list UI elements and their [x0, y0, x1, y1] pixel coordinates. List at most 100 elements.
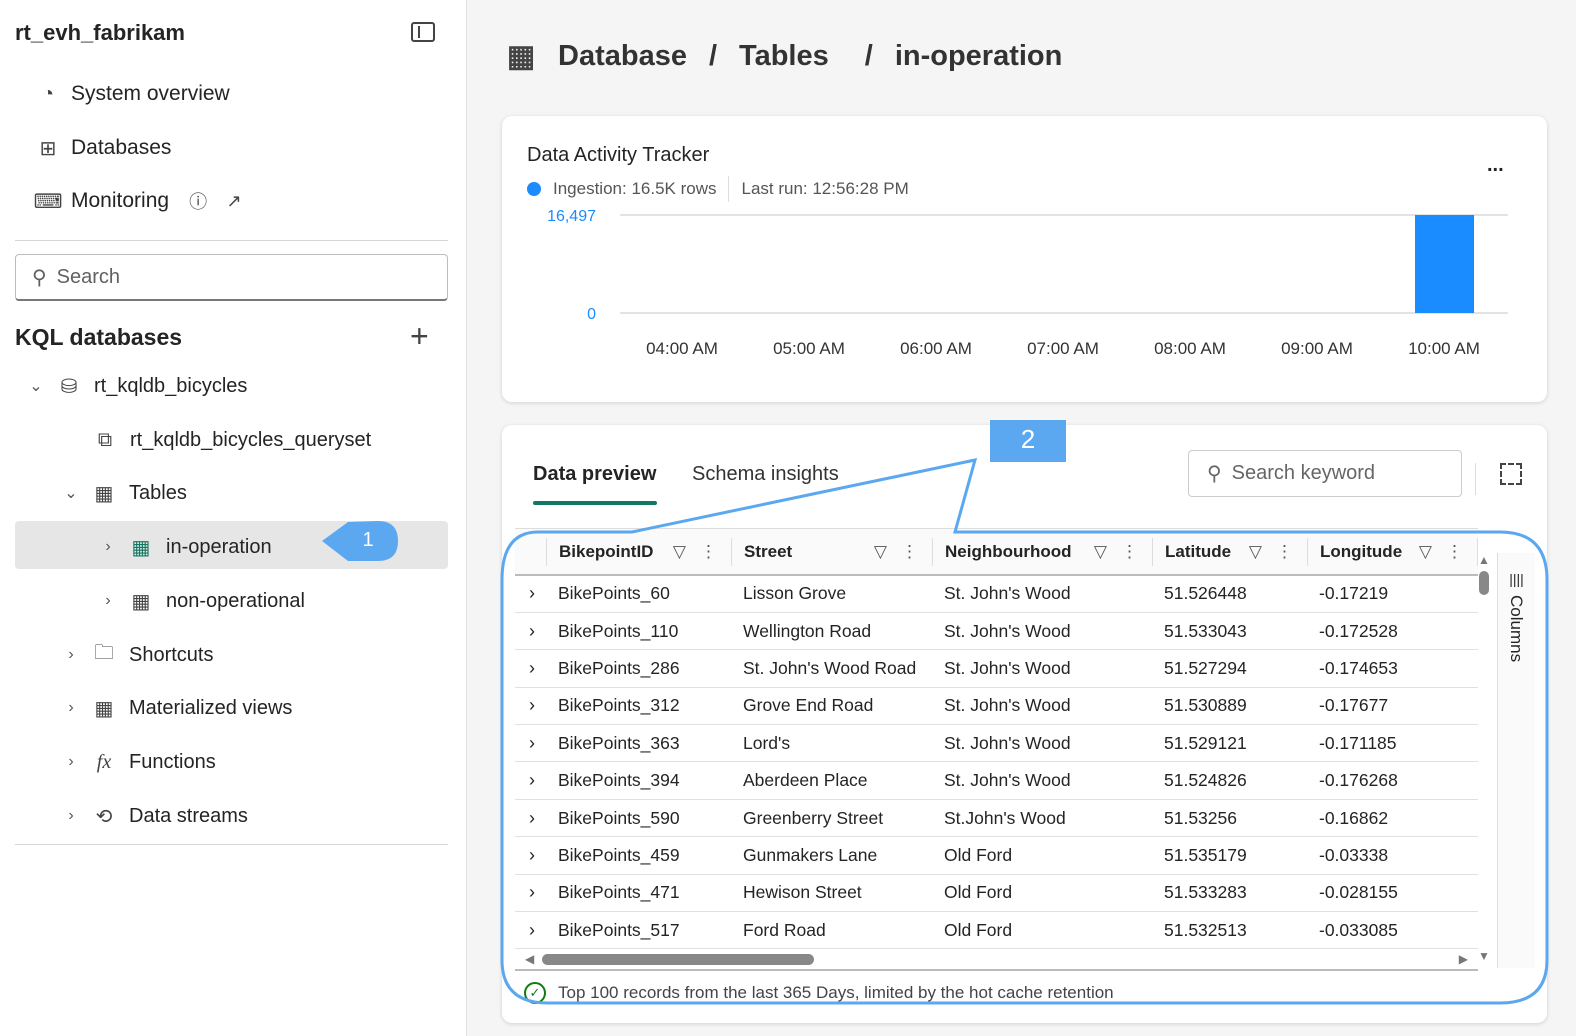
table-row[interactable]: › BikePoints_60 Lisson Grove St. John's Woo… — [515, 575, 1478, 613]
tree-table-in-operation[interactable]: › ▦ in-operation — [100, 534, 271, 560]
filter-icon[interactable]: ▽ — [673, 542, 686, 562]
table-cell: -0.033085 — [1307, 911, 1477, 950]
columns-label: Columns — [1507, 595, 1526, 663]
crumb-tables[interactable]: Tables — [739, 40, 829, 73]
table-row[interactable]: › BikePoints_363 Lord's St. John's Wood 51.5… — [515, 724, 1478, 763]
chevron-down-icon[interactable]: ⌄ — [63, 483, 79, 503]
table-cell: Gunmakers Lane — [731, 836, 932, 875]
tree-database[interactable]: ⌄ ⛁ rt_kqldb_bicycles — [28, 373, 247, 399]
search-placeholder: Search — [56, 265, 121, 288]
expand-row-icon[interactable]: › — [515, 845, 535, 865]
table-row[interactable]: › BikePoints_394 Aberdeen Place St. John's … — [515, 761, 1478, 800]
tree-data-streams[interactable]: › ⟲ Data streams — [63, 803, 248, 829]
chevron-right-icon[interactable]: › — [100, 592, 116, 610]
table-row[interactable]: › BikePoints_471 Hewison Street Old Ford 51.… — [515, 874, 1478, 913]
tree-label: rt_kqldb_bicycles_queryset — [130, 428, 372, 451]
expand-row-icon[interactable]: › — [515, 770, 535, 790]
fullscreen-icon[interactable] — [1500, 463, 1522, 485]
column-header[interactable]: Street ▽ ⋮ — [731, 529, 932, 576]
chevron-right-icon[interactable]: › — [63, 807, 79, 825]
nav-databases[interactable]: ⊞ Databases — [35, 135, 172, 161]
expand-row-icon[interactable]: › — [515, 658, 535, 678]
tab-schema-insights[interactable]: Schema insights — [692, 463, 839, 486]
expand-column-header — [515, 529, 546, 576]
expand-row-icon[interactable]: › — [515, 695, 535, 715]
filter-icon[interactable]: ▽ — [1249, 542, 1262, 562]
column-header[interactable]: BikepointID ▽ ⋮ — [546, 529, 731, 576]
nav-monitoring[interactable]: ⌨ Monitoring ⓘ ↗ — [34, 188, 247, 214]
materialized-view-icon: ▦ — [94, 697, 114, 720]
table-cell: -0.17677 — [1307, 687, 1477, 726]
table-row[interactable]: › BikePoints_312 Grove End Road St. John's … — [515, 687, 1478, 726]
column-header[interactable]: Latitude ▽ ⋮ — [1152, 529, 1307, 576]
chevron-right-icon[interactable]: › — [63, 646, 79, 664]
search-keyword-input[interactable]: ⚲ Search keyword — [1188, 450, 1462, 497]
add-database-icon[interactable]: + — [410, 318, 429, 355]
column-menu-icon[interactable]: ⋮ — [1121, 542, 1138, 562]
chevron-right-icon[interactable]: › — [63, 699, 79, 717]
table-row[interactable]: › BikePoints_459 Gunmakers Lane Old Ford 51.… — [515, 836, 1478, 875]
tree-tables[interactable]: ⌄ ▦ Tables — [63, 480, 187, 506]
expand-row-icon[interactable]: › — [515, 733, 535, 753]
table-cell: Hewison Street — [731, 874, 932, 913]
expand-row-icon[interactable]: › — [515, 621, 535, 641]
table-cell: BikePoints_363 — [546, 724, 731, 763]
expand-row-icon[interactable]: › — [515, 920, 535, 940]
column-menu-icon[interactable]: ⋮ — [1276, 542, 1293, 562]
columns-panel-toggle[interactable]: |||| Columns — [1497, 553, 1535, 968]
collapse-sidebar-icon[interactable] — [411, 22, 435, 42]
open-external-icon[interactable]: ↗ — [221, 188, 247, 214]
table-cell: BikePoints_110 — [546, 612, 731, 651]
column-header[interactable]: Longitude ▽ ⋮ — [1307, 529, 1477, 576]
column-menu-icon[interactable]: ⋮ — [901, 542, 918, 562]
nav-label: System overview — [71, 82, 230, 105]
table-cell: St. John's Wood — [932, 575, 1152, 613]
tree-label: rt_kqldb_bicycles — [94, 374, 248, 397]
horizontal-scrollbar[interactable]: ◀ ▶ — [515, 949, 1478, 971]
expand-row-icon[interactable]: › — [515, 583, 535, 603]
tree-table-non-operational[interactable]: › ▦ non-operational — [100, 588, 305, 614]
table-cell: St. John's Wood — [932, 687, 1152, 726]
nav-label: Monitoring — [71, 189, 170, 212]
sidebar: rt_evh_fabrikam ◔ System overview ⊞ Data… — [0, 0, 467, 1036]
table-row[interactable]: › BikePoints_286 St. John's Wood Road St. J… — [515, 649, 1478, 688]
column-menu-icon[interactable]: ⋮ — [700, 542, 717, 562]
expand-row-icon[interactable]: › — [515, 882, 535, 902]
nav-system-overview[interactable]: ◔ System overview — [35, 81, 230, 107]
workspace-title: rt_evh_fabrikam — [15, 20, 185, 45]
chevron-down-icon[interactable]: ⌄ — [28, 376, 44, 396]
filter-icon[interactable]: ▽ — [874, 542, 887, 562]
table-cell: 51.532513 — [1152, 911, 1307, 950]
chevron-right-icon[interactable]: › — [63, 753, 79, 771]
info-icon[interactable]: ⓘ — [185, 188, 211, 214]
tree-functions[interactable]: › fx Functions — [63, 749, 215, 775]
column-header-label: BikepointID — [559, 541, 654, 561]
filter-icon[interactable]: ▽ — [1419, 542, 1432, 562]
column-menu-icon[interactable]: ⋮ — [1446, 542, 1463, 562]
tree-shortcuts[interactable]: › 🗀 Shortcuts — [63, 642, 213, 668]
crumb-database[interactable]: Database — [558, 40, 687, 73]
bar[interactable] — [1415, 215, 1474, 313]
table-cell: Greenberry Street — [731, 799, 932, 838]
table-cell: -0.171185 — [1307, 724, 1477, 763]
expand-row-icon[interactable]: › — [515, 808, 535, 828]
tree-queryset[interactable]: ⧉ rt_kqldb_bicycles_queryset — [92, 427, 371, 453]
section-title: KQL databases — [15, 324, 183, 350]
grid-icon: ⊞ — [39, 137, 57, 160]
table-cell: 51.524826 — [1152, 761, 1307, 800]
tab-data-preview[interactable]: Data preview — [533, 463, 656, 486]
table-row[interactable]: › BikePoints_590 Greenberry Street St.John'… — [515, 799, 1478, 838]
table-row[interactable]: › BikePoints_110 Wellington Road St. John's… — [515, 612, 1478, 651]
chevron-right-icon[interactable]: › — [100, 538, 116, 556]
table-row[interactable]: › BikePoints_517 Ford Road Old Ford 51.53251… — [515, 911, 1478, 950]
callout-2-label: 2 — [1020, 424, 1036, 454]
gauge-icon: ◔ — [41, 82, 55, 105]
tree-materialized-views[interactable]: › ▦ Materialized views — [63, 695, 292, 721]
data-grid: BikepointID ▽ ⋮ Street ▽ ⋮ Neighbourhood ▽ ⋮ Lati… — [515, 528, 1478, 968]
filter-icon[interactable]: ▽ — [1094, 542, 1107, 562]
vertical-scrollbar[interactable]: ▲ ▼ — [1478, 553, 1490, 963]
sidebar-search-input[interactable]: ⚲ Search — [15, 254, 448, 301]
column-header[interactable]: Neighbourhood ▽ ⋮ — [932, 529, 1152, 576]
shortcut-folder-icon: 🗀 — [94, 642, 114, 664]
table-icon: ▦ — [131, 536, 151, 559]
